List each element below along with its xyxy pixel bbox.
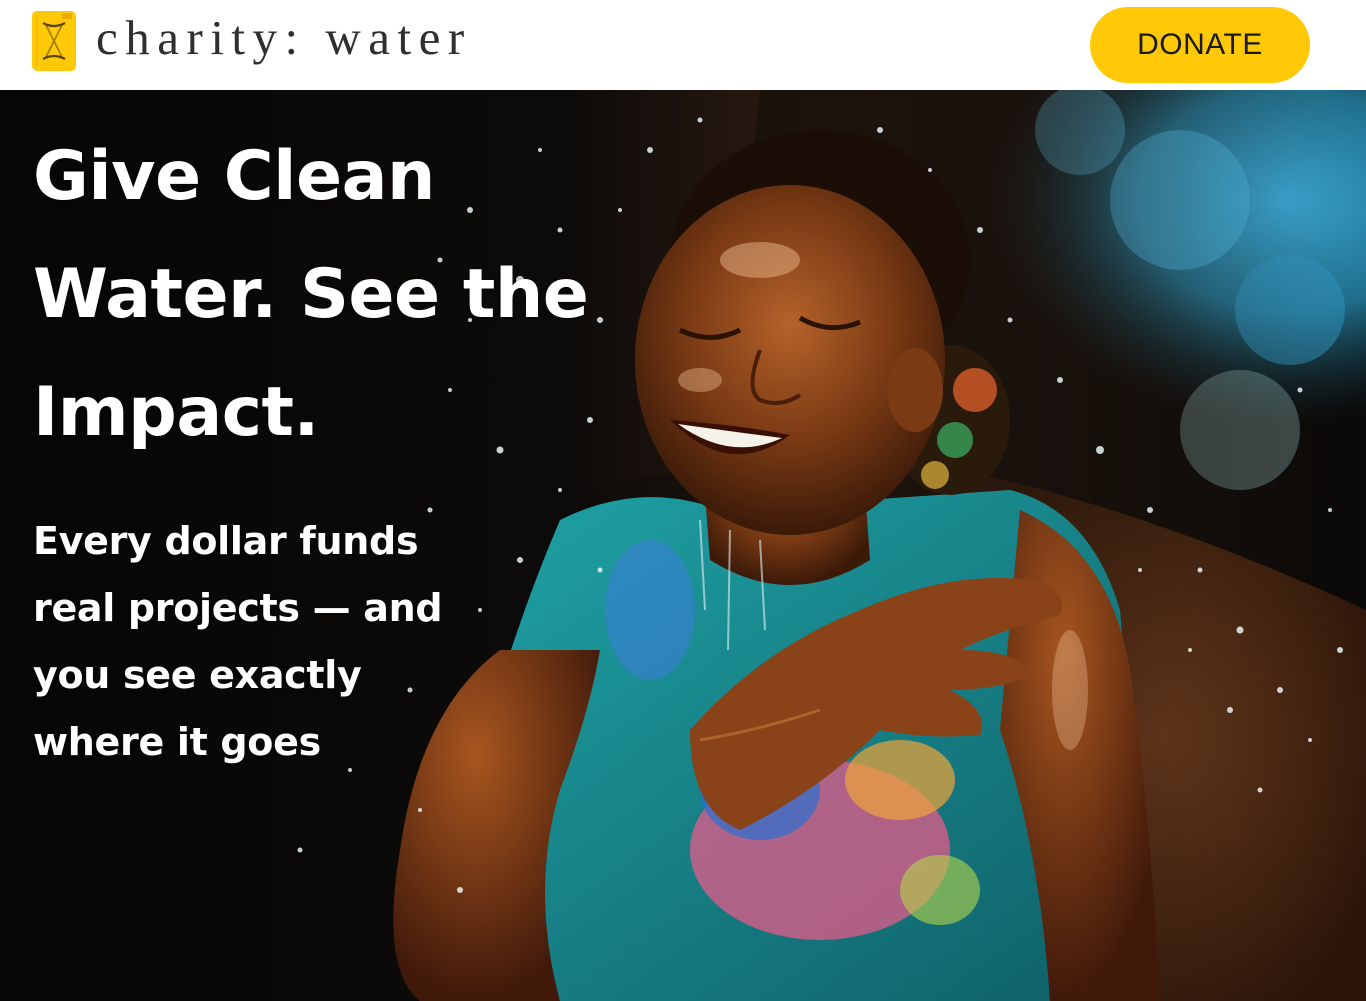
site-header: charity: water DONATE <box>0 0 1366 90</box>
hero-title: Give Clean Water. See the Impact. <box>33 137 589 452</box>
hero-section: Give Clean Water. See the Impact. Every … <box>0 90 1366 1001</box>
logo-link[interactable]: charity: water <box>32 10 472 72</box>
donate-button[interactable]: DONATE <box>1090 7 1310 83</box>
hero-subtitle: Every dollar funds real projects — and y… <box>33 519 443 764</box>
jerrycan-icon <box>32 11 76 71</box>
logo-wordmark: charity: water <box>96 9 472 65</box>
